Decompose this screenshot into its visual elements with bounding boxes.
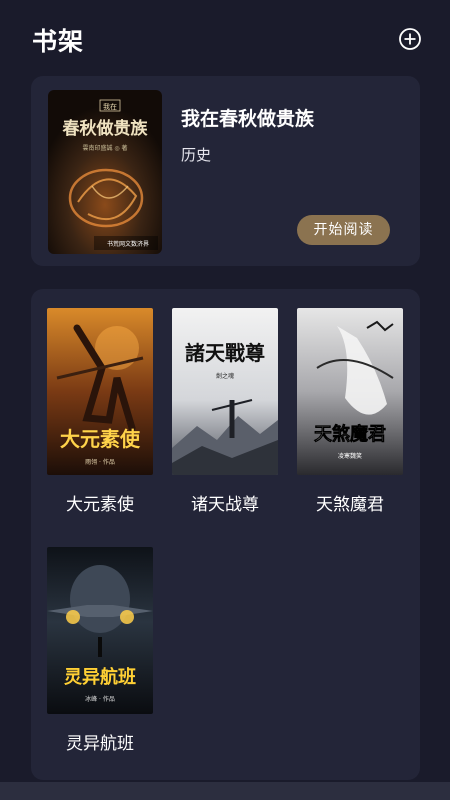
book-title-4[interactable]: 灵异航班: [47, 729, 153, 754]
page-title: 书架: [32, 27, 85, 56]
book-cover-2[interactable]: 諸天戰尊 劍之魂: [172, 308, 278, 475]
book-title-1[interactable]: 大元素使: [47, 490, 153, 515]
featured-cover-top-text: 我在: [103, 102, 117, 111]
book-cover-2-author: 劍之魂: [216, 372, 234, 380]
recent-reading-card[interactable]: 我在 春秋做贵族 雲南印盛誠 ◎ 著 书荒网文数济界 我在春秋做贵族 历史 开始…: [31, 76, 420, 266]
book-cover-4[interactable]: 灵异航班 冰峰 · 作品: [47, 547, 153, 714]
book-cover-4-author: 冰峰 · 作品: [85, 695, 115, 703]
book-cover-1-author: 雨翎 · 作品: [85, 458, 115, 466]
start-reading-button[interactable]: 开始阅读: [297, 215, 390, 245]
add-book-button[interactable]: [398, 27, 422, 51]
featured-book-category: 历史: [181, 146, 212, 164]
book-cover-4-title: 灵异航班: [64, 666, 136, 688]
plus-circle-icon: [399, 28, 421, 50]
book-cover-3[interactable]: 天煞魔君 凌寒魏笑: [297, 308, 403, 475]
app-header: 书架: [0, 0, 450, 76]
book-cover-featured[interactable]: 我在 春秋做贵族 雲南印盛誠 ◎ 著 书荒网文数济界: [48, 90, 162, 254]
book-cover-3-title: 天煞魔君: [314, 423, 386, 445]
book-cover-2-title: 諸天戰尊: [185, 341, 265, 365]
featured-book-title[interactable]: 我在春秋做贵族: [181, 104, 314, 131]
book-cover-1[interactable]: 大元素使 雨翎 · 作品: [47, 308, 153, 475]
book-cover-1-title: 大元素使: [60, 427, 141, 451]
bookshelf-grid: 大元素使 雨翎 · 作品 大元素使 諸天戰尊 劍之魂 诸天战尊 天煞魔君 凌寒魏…: [31, 289, 420, 780]
bottom-bar: [0, 782, 450, 800]
book-cover-3-author: 凌寒魏笑: [338, 452, 362, 460]
featured-cover-publisher: 书荒网文数济界: [107, 240, 149, 248]
book-title-3[interactable]: 天煞魔君: [297, 490, 403, 515]
featured-cover-main-text: 春秋做贵族: [63, 118, 149, 139]
book-title-2[interactable]: 诸天战尊: [172, 490, 278, 515]
featured-cover-author: 雲南印盛誠 ◎ 著: [82, 144, 127, 152]
